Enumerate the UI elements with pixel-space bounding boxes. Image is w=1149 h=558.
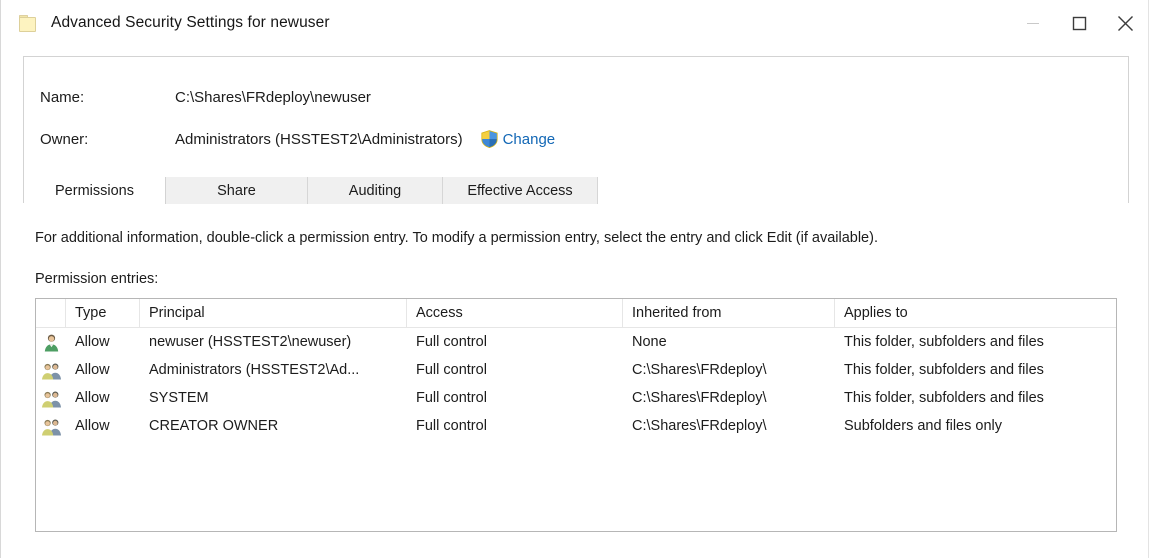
title-bar: Advanced Security Settings for newuser [1, 0, 1148, 46]
name-value: C:\Shares\FRdeploy\newuser [175, 89, 371, 106]
cell-access: Full control [416, 390, 487, 406]
column-header-applies-to[interactable]: Applies to [835, 299, 1116, 327]
cell-principal: Administrators (HSSTEST2\Ad... [149, 362, 360, 378]
maximize-button[interactable] [1056, 0, 1102, 46]
name-label: Name: [40, 89, 85, 106]
cell-inherited-from: C:\Shares\FRdeploy\ [632, 390, 767, 406]
cell-type: Allow [75, 362, 110, 378]
maximize-icon [1072, 16, 1086, 30]
minimize-button[interactable] [1010, 0, 1056, 46]
uac-shield-icon [480, 130, 498, 148]
column-header-icon [36, 299, 66, 327]
cell-applies-to: This folder, subfolders and files [844, 362, 1044, 378]
group-icon [36, 389, 66, 408]
group-icon [42, 363, 61, 379]
change-owner-button[interactable]: Change [480, 130, 556, 148]
tab-share[interactable]: Share [166, 177, 308, 204]
cell-access: Full control [416, 334, 487, 350]
minimize-icon [1027, 22, 1039, 24]
permission-entries-list[interactable]: Type Principal Access Inherited from App… [35, 298, 1117, 532]
instruction-text: For additional information, double-click… [35, 230, 878, 246]
column-header-principal[interactable]: Principal [140, 299, 407, 327]
cell-type: Allow [75, 390, 110, 406]
column-header-inherited-from[interactable]: Inherited from [623, 299, 835, 327]
table-row[interactable]: Allow SYSTEM Full control C:\Shares\FRdeplo… [36, 384, 1116, 412]
folder-icon [19, 14, 39, 32]
name-row: Name: C:\Shares\FRdeploy\newuser [40, 89, 371, 106]
group-icon [36, 361, 66, 380]
column-header-type[interactable]: Type [66, 299, 140, 327]
group-icon [36, 417, 66, 436]
user-icon [36, 333, 66, 352]
cell-inherited-from: None [632, 334, 667, 350]
tab-auditing[interactable]: Auditing [308, 177, 443, 204]
cell-type: Allow [75, 418, 110, 434]
cell-principal: newuser (HSSTEST2\newuser) [149, 334, 352, 350]
cell-applies-to: Subfolders and files only [844, 418, 1002, 434]
table-row[interactable]: Allow Administrators (HSSTEST2\Ad... Full … [36, 356, 1116, 384]
table-header-row: Type Principal Access Inherited from App… [36, 299, 1116, 328]
cell-applies-to: This folder, subfolders and files [844, 390, 1044, 406]
cell-access: Full control [416, 418, 487, 434]
owner-value: Administrators (HSSTEST2\Administrators) [175, 130, 463, 148]
close-icon [1117, 15, 1133, 31]
table-row[interactable]: Allow CREATOR OWNER Full control C:\Shares\… [36, 412, 1116, 440]
window-controls [1010, 0, 1148, 46]
table-body: Allow newuser (HSSTEST2\newuser) Full cont… [36, 328, 1116, 440]
tab-strip: Permissions Share Auditing Effective Access [24, 176, 598, 204]
permission-entries-label: Permission entries: [35, 271, 159, 287]
window-title: Advanced Security Settings for newuser [51, 14, 330, 31]
cell-inherited-from: C:\Shares\FRdeploy\ [632, 418, 767, 434]
tab-effective-access[interactable]: Effective Access [443, 177, 598, 204]
permissions-tab-content: For additional information, double-click… [23, 203, 1129, 558]
change-link-label[interactable]: Change [503, 131, 556, 148]
group-icon [42, 391, 61, 407]
advanced-security-settings-dialog: Advanced Security Settings for newuser N… [0, 0, 1149, 558]
cell-type: Allow [75, 334, 110, 350]
cell-principal: CREATOR OWNER [149, 418, 279, 434]
owner-row: Owner: Administrators (HSSTEST2\Administ… [40, 130, 555, 148]
cell-access: Full control [416, 362, 487, 378]
cell-inherited-from: C:\Shares\FRdeploy\ [632, 362, 767, 378]
owner-label: Owner: [40, 130, 89, 148]
cell-applies-to: This folder, subfolders and files [844, 334, 1044, 350]
tab-permissions[interactable]: Permissions [24, 177, 166, 204]
table-row[interactable]: Allow newuser (HSSTEST2\newuser) Full cont… [36, 328, 1116, 356]
group-icon [42, 419, 61, 435]
user-icon [44, 334, 59, 351]
close-button[interactable] [1102, 0, 1148, 46]
cell-principal: SYSTEM [149, 390, 209, 406]
column-header-access[interactable]: Access [407, 299, 623, 327]
